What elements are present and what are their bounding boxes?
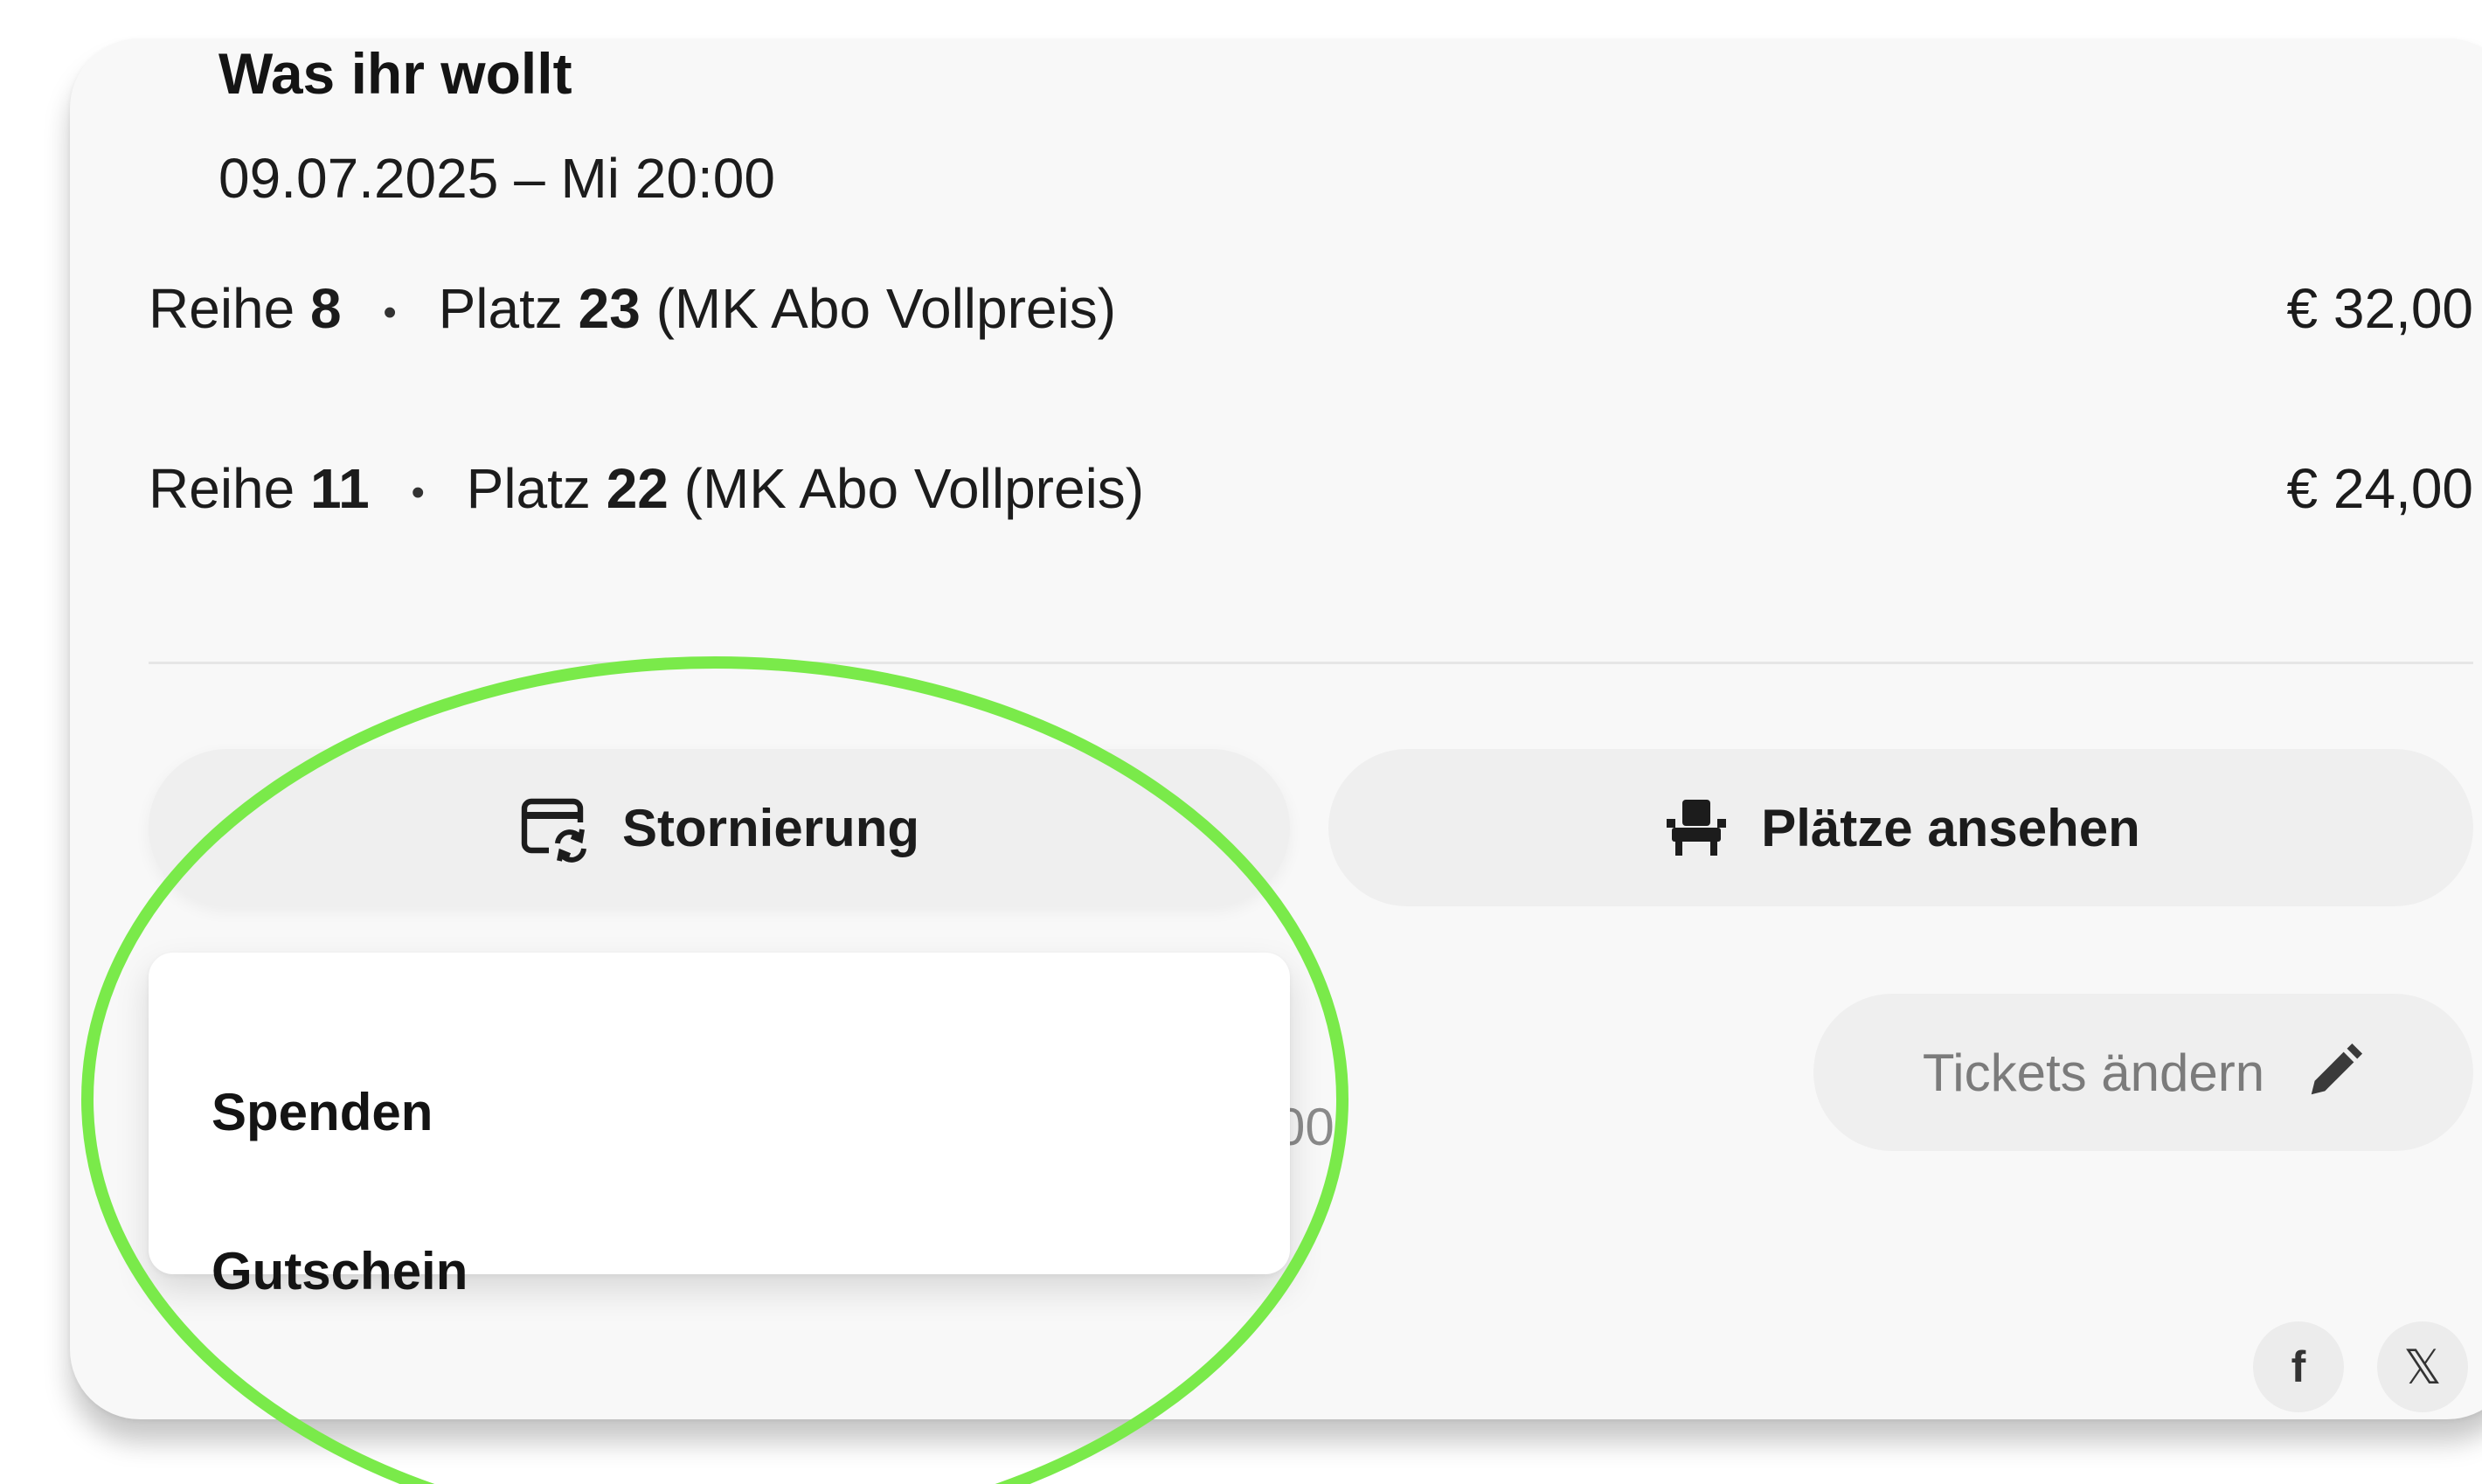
x-share-button[interactable]: 𝕏 [2377, 1321, 2468, 1412]
ticket-category: (MK Abo Vollpreis) [683, 457, 1145, 520]
separator-dot: • [411, 471, 425, 515]
ticket-line: Reihe 8 • Platz 23 (MK Abo Vollpreis) € … [149, 274, 2473, 343]
row-number: 8 [310, 277, 342, 340]
cancellation-label: Stornierung [622, 798, 919, 857]
cancellation-button[interactable]: Stornierung [149, 749, 1290, 906]
event-datetime: 09.07.2025 – Mi 20:00 [218, 147, 775, 210]
separator-dot: • [383, 291, 397, 335]
seat-number: 22 [606, 457, 669, 520]
change-tickets-button[interactable]: Tickets ändern [1813, 994, 2473, 1151]
row-number: 11 [310, 457, 370, 520]
ticket-price: € 24,00 [2286, 457, 2473, 520]
card-refresh-icon [521, 798, 586, 863]
divider [149, 662, 2473, 664]
ticket-category: (MK Abo Vollpreis) [655, 277, 1117, 340]
row-label: Reihe [149, 277, 295, 340]
x-icon: 𝕏 [2403, 1341, 2442, 1394]
pencil-icon [2311, 1043, 2363, 1095]
cancellation-dropdown-menu: Spenden Gutschein [149, 953, 1290, 1300]
view-seats-button[interactable]: Plätze ansehen [1328, 749, 2473, 906]
seat-number: 23 [578, 277, 641, 340]
event-title: Was ihr wollt [218, 41, 572, 106]
view-seats-label: Plätze ansehen [1761, 798, 2140, 857]
seat-label: Platz [466, 457, 591, 520]
change-tickets-label: Tickets ändern [1922, 1043, 2265, 1102]
row-label: Reihe [149, 457, 295, 520]
ticket-price: € 32,00 [2286, 277, 2473, 340]
facebook-share-button[interactable]: f [2253, 1321, 2344, 1412]
facebook-icon: f [2291, 1342, 2306, 1391]
menu-item-spenden[interactable]: Spenden [211, 1082, 433, 1143]
seat-label: Platz [438, 277, 563, 340]
ticket-line: Reihe 11 • Platz 22 (MK Abo Vollpreis) €… [149, 454, 2473, 524]
menu-item-gutschein[interactable]: Gutschein [211, 1241, 468, 1302]
seat-icon [1667, 800, 1727, 856]
